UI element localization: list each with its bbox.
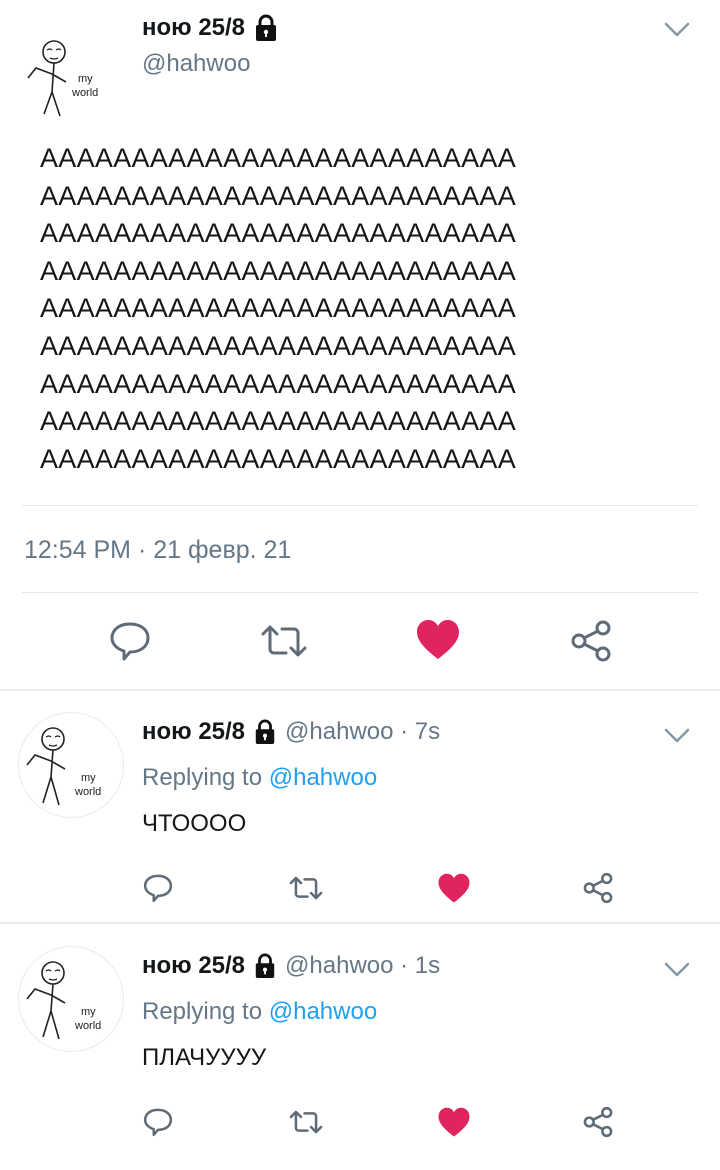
display-name[interactable]: ною 25/8	[142, 14, 245, 42]
timestamp[interactable]: 12:54 PM · 21 февр. 21	[24, 536, 291, 565]
reply-button[interactable]	[104, 616, 156, 666]
handle-time[interactable]: @hahwoo · 7s	[285, 718, 440, 746]
chevron-down-icon[interactable]	[664, 728, 690, 744]
avatar[interactable]: my world	[18, 946, 124, 1052]
share-button[interactable]	[566, 616, 616, 666]
divider	[22, 505, 698, 506]
avatar-drawing: my world	[26, 727, 101, 806]
share-button[interactable]	[580, 1104, 616, 1140]
tweet-text-line: АААААААААААААААААААААААААА	[40, 180, 517, 211]
avatar-text-top: my	[78, 73, 93, 85]
avatar[interactable]: my world	[18, 712, 124, 818]
chevron-down-icon[interactable]	[664, 962, 690, 978]
tweet-text-line: АААААААААААААААААААААААААА	[40, 255, 517, 286]
like-button[interactable]	[434, 870, 474, 906]
tweet-text-line: АААААААААААААААААААААААААА	[40, 330, 517, 361]
retweet-icon	[289, 876, 323, 900]
replying-to: Replying to @hahwoo	[142, 998, 377, 1026]
reply-button[interactable]	[140, 870, 176, 906]
lock-icon	[255, 953, 275, 978]
mention-link[interactable]: @hahwoo	[269, 764, 377, 791]
retweet-button[interactable]	[257, 616, 311, 666]
tweet-text-line: АААААААААААААААААААААААААА	[40, 293, 517, 324]
reply-text: ПЛАЧУУУУ	[142, 1044, 267, 1071]
tweet-text-line: АААААААААААААААААААААААААА	[40, 443, 517, 474]
lock-icon	[256, 14, 277, 41]
reply-icon	[143, 874, 173, 903]
avatar-text-bottom: world	[74, 786, 101, 798]
reply-text: ЧТОООО	[142, 810, 247, 837]
like-button[interactable]	[411, 614, 465, 666]
lock-icon	[255, 719, 275, 744]
chevron-down-icon[interactable]	[664, 22, 690, 38]
share-icon	[571, 620, 611, 662]
avatar-drawing: my world	[26, 961, 101, 1040]
retweet-icon	[289, 1110, 323, 1134]
tweet-text-line: АААААААААААААААААААААААААА	[40, 143, 517, 173]
tweet-text-line: АААААААААААААААААААААААААА	[40, 218, 517, 249]
section-divider	[0, 689, 720, 691]
mention-link[interactable]: @hahwoo	[269, 998, 377, 1025]
avatar-text-top: my	[81, 772, 96, 784]
section-divider	[0, 922, 720, 924]
share-icon	[583, 1106, 613, 1138]
avatar[interactable]: my world	[22, 34, 118, 130]
tweet-text-line: АААААААААААААААААААААААААА	[40, 406, 517, 437]
divider	[22, 592, 698, 593]
tweet-text: АААААААААААААААААААААААААА ААААААААААААА…	[40, 140, 516, 478]
like-button[interactable]	[434, 1104, 474, 1140]
handle-time[interactable]: @hahwoo · 1s	[285, 952, 440, 980]
heart-icon	[417, 620, 459, 659]
retweet-button[interactable]	[286, 870, 326, 906]
handle[interactable]: @hahwoo	[142, 50, 250, 78]
replying-to: Replying to @hahwoo	[142, 764, 377, 792]
share-button[interactable]	[580, 870, 616, 906]
avatar-text-bottom: world	[71, 87, 98, 99]
heart-icon	[438, 873, 470, 903]
heart-icon	[438, 1107, 470, 1137]
tweet-text-line: АААААААААААААААААААААААААА	[40, 368, 517, 399]
display-name[interactable]: ною 25/8	[142, 718, 245, 746]
reply-icon	[143, 1108, 173, 1137]
avatar-drawing: my world	[27, 40, 98, 117]
retweet-icon	[261, 625, 307, 657]
display-name[interactable]: ною 25/8	[142, 952, 245, 980]
replying-label: Replying to	[142, 998, 263, 1025]
avatar-text-top: my	[81, 1006, 96, 1018]
avatar-text-bottom: world	[74, 1020, 101, 1032]
reply-button[interactable]	[140, 1104, 176, 1140]
reply-icon	[110, 622, 150, 661]
replying-label: Replying to	[142, 764, 263, 791]
share-icon	[583, 872, 613, 904]
retweet-button[interactable]	[286, 1104, 326, 1140]
